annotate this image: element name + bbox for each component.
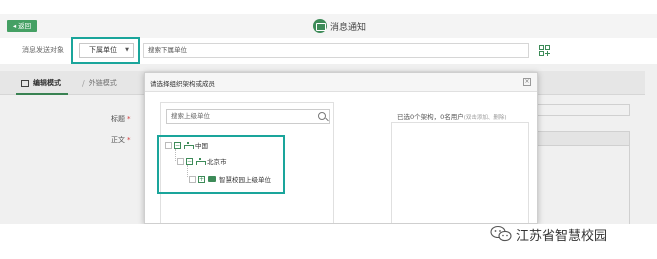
top-bar: ◂ 返回 消息通知: [0, 14, 657, 38]
target-type-select[interactable]: 下属单位 ▼: [79, 43, 134, 58]
modal-header: 请选择组织架构或成员 ×: [145, 73, 537, 92]
tree-node-label: 北京市: [207, 158, 227, 166]
tree-node-label: 智慧校园上级单位: [219, 176, 271, 184]
selected-summary: 已选0个架构，0名用户(双击添加、删除): [397, 111, 507, 121]
selected-count-text: 已选0个架构，0名用户: [397, 113, 464, 121]
search-placeholder: 搜索上级单位: [171, 112, 210, 120]
node-checkbox[interactable]: [165, 141, 172, 149]
sub-unit-search-input[interactable]: 搜索下属单位: [143, 43, 529, 58]
tree-node-label: 中国: [195, 142, 208, 150]
tree-connector: [187, 165, 188, 177]
close-icon[interactable]: ×: [523, 78, 531, 86]
page-title: 消息通知: [330, 22, 367, 33]
search-icon[interactable]: [318, 112, 326, 120]
tree-node-china[interactable]: − 中国: [165, 140, 208, 150]
watermark-text: 江苏省智慧校园: [516, 228, 608, 244]
tree-node-smart-campus-parent[interactable]: + 智慧校园上级单位: [189, 174, 271, 184]
expand-icon[interactable]: +: [198, 175, 205, 183]
collapse-icon[interactable]: −: [174, 141, 181, 149]
watermark: 江苏省智慧校园: [490, 224, 607, 244]
selected-list-panel[interactable]: [391, 122, 529, 223]
org-chart-icon[interactable]: [539, 45, 550, 56]
folder-icon: [208, 176, 216, 182]
tree-node-beijing[interactable]: − 北京市: [177, 156, 227, 166]
node-checkbox[interactable]: [177, 157, 184, 165]
dropdown-arrow-icon: ▼: [125, 47, 129, 53]
target-type-value: 下属单位: [89, 46, 117, 54]
send-target-label: 消息发送对象: [22, 46, 64, 54]
parent-unit-search-input[interactable]: 搜索上级单位: [166, 109, 330, 124]
org-icon: [184, 142, 194, 149]
page-title-group: 消息通知: [313, 18, 366, 34]
org-icon: [196, 158, 206, 165]
node-checkbox[interactable]: [189, 175, 196, 183]
tree-connector: [175, 149, 176, 161]
back-button[interactable]: ◂ 返回: [7, 20, 37, 32]
modal-title: 请选择组织架构或成员: [150, 80, 215, 88]
wechat-logo-icon: [490, 225, 512, 242]
message-icon: [313, 19, 327, 33]
selected-hint-text: (双击添加、删除): [463, 115, 507, 121]
collapse-icon[interactable]: −: [186, 157, 193, 165]
org-picker-modal: 请选择组织架构或成员 × 搜索上级单位 − 中国 − 北京市 + 智慧校园上级单…: [144, 72, 538, 224]
